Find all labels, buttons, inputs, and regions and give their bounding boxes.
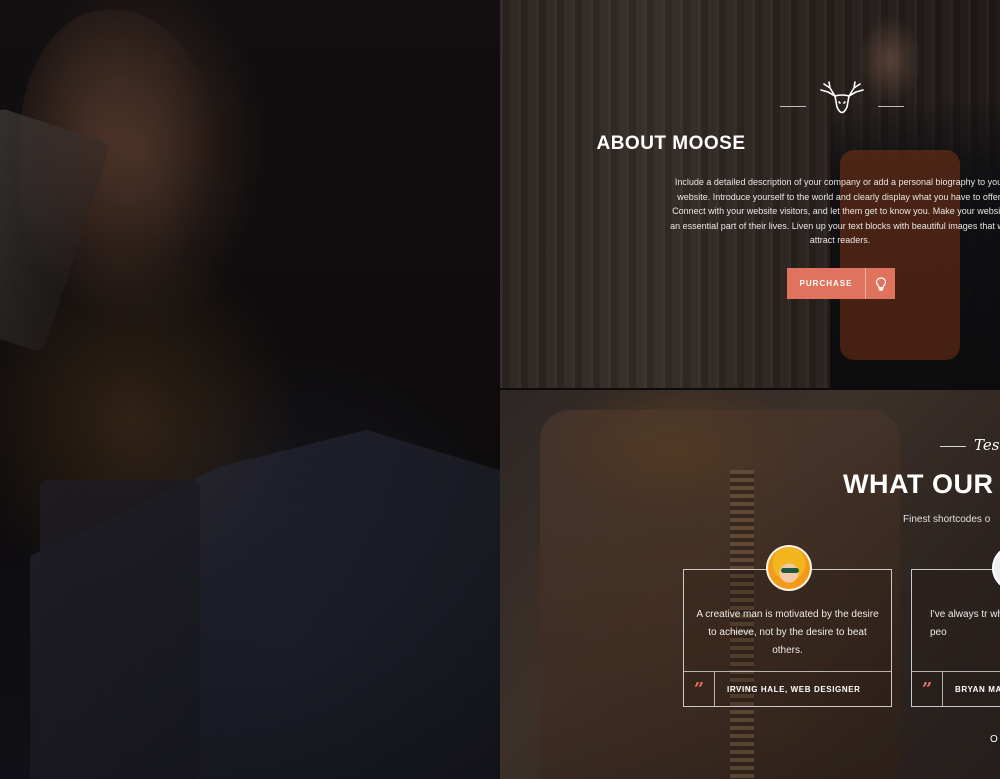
testimonial-card: I've always tr wherever peo ” BRYAN MA [911, 569, 1000, 707]
testimonial-author: BRYAN MA [955, 684, 1000, 694]
testimonials-subtitle: Finest shortcodes o [903, 514, 991, 525]
testimonials-tag-line [940, 446, 966, 447]
photo-collar-shape [40, 480, 200, 779]
avatar [766, 545, 812, 591]
purchase-button[interactable]: PURCHASE [787, 268, 895, 299]
about-logo-row [780, 80, 904, 120]
avatar-glasses [781, 568, 799, 573]
testimonial-footer: ” IRVING HALE, WEB DESIGNER [684, 671, 891, 706]
pagination-indicator[interactable]: O [990, 734, 998, 745]
lightbulb-icon [866, 276, 895, 291]
quote-mark-icon: ” [912, 672, 943, 706]
moose-antlers-icon [820, 81, 864, 114]
testimonial-author: IRVING HALE, WEB DESIGNER [727, 684, 861, 694]
hero-photo-woman [0, 0, 500, 779]
about-description: Include a detailed description of your c… [670, 177, 1000, 245]
testimonial-footer: ” BRYAN MA [912, 671, 1000, 706]
testimonial-quote: A creative man is motivated by the desir… [696, 609, 879, 656]
testimonials-tag: Tes [974, 436, 1000, 454]
logo-right-line [878, 106, 904, 107]
testimonials-heading: WHAT OUR [843, 469, 994, 499]
testimonial-quote: I've always tr wherever peo [930, 609, 1000, 638]
purchase-button-label: PURCHASE [799, 279, 853, 288]
quote-mark-icon: ” [684, 672, 715, 706]
logo-left-line [780, 106, 806, 107]
about-title: ABOUT MOOSE [596, 133, 746, 154]
